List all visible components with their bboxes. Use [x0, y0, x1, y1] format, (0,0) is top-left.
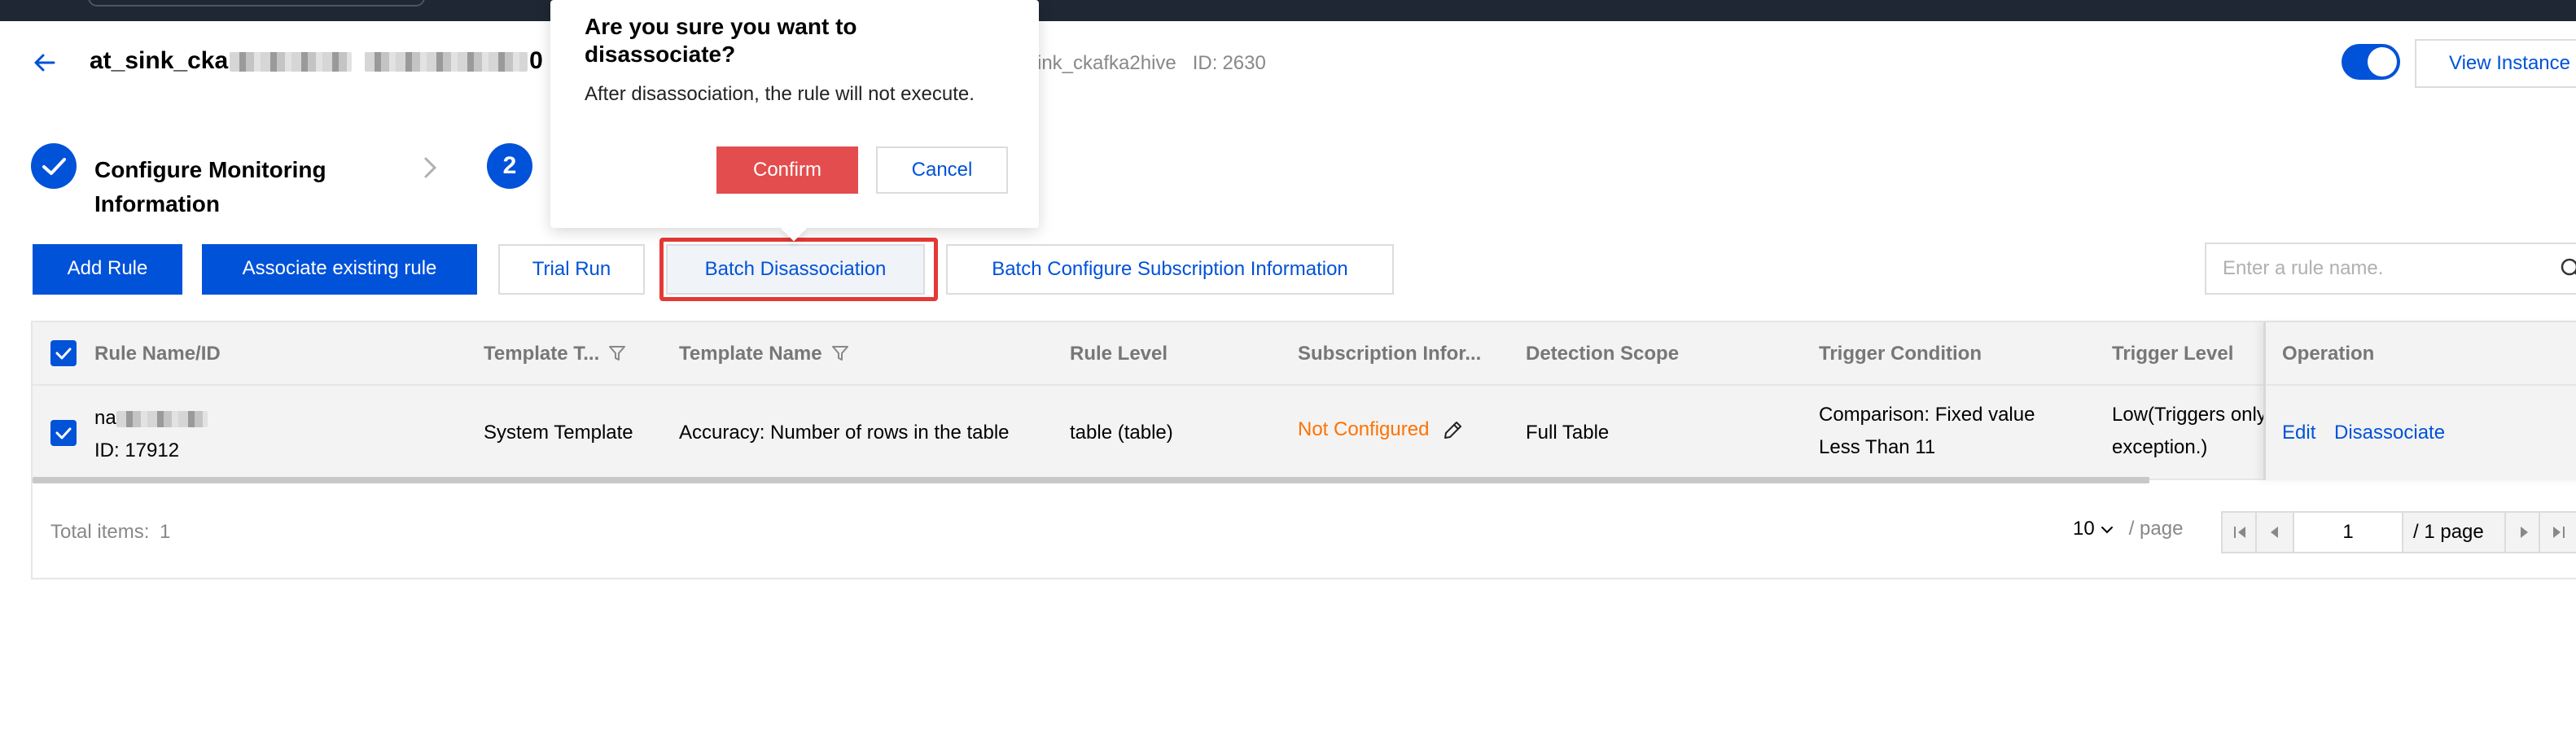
total-pages: / 1 page — [2402, 511, 2506, 553]
col-template-type-label: Template T... — [484, 343, 600, 365]
rule-name-cell: na — [94, 407, 208, 430]
total-items: Total items: 1 — [50, 521, 170, 544]
operation-cell: Edit Disassociate — [2266, 386, 2576, 480]
operation-column: Operation Edit Disassociate — [2263, 322, 2576, 480]
popconfirm-title: Are you sure you want to disassociate? — [585, 14, 857, 67]
page-title: at_sink_cka 0 — [90, 47, 543, 75]
subscription-cell: Not Configured — [1298, 418, 1464, 442]
subscription-status: Not Configured — [1298, 418, 1430, 440]
step1-label[interactable]: Configure Monitoring Information — [94, 153, 371, 221]
col-trigger-condition: Trigger Condition — [1819, 343, 1982, 365]
id-label: ID — [1192, 52, 1212, 74]
popconfirm-message: After disassociation, the rule will not … — [585, 83, 975, 105]
select-all-checkbox[interactable] — [50, 340, 77, 366]
chevron-right-icon — [415, 153, 445, 182]
operation-header-cell: Operation — [2266, 322, 2576, 386]
disassociate-popconfirm: Are you sure you want to disassociate? A… — [550, 0, 1039, 242]
enable-toggle[interactable] — [2342, 44, 2400, 80]
associate-existing-rule-button[interactable]: Associate existing rule — [202, 244, 477, 295]
col-operation: Operation — [2282, 343, 2375, 365]
per-page-label: / page — [2128, 518, 2184, 540]
rule-name: na — [94, 407, 116, 429]
col-subscription: Subscription Infor... — [1298, 343, 1482, 365]
toggle-knob — [2368, 47, 2397, 77]
col-template-name[interactable]: Template Name — [679, 322, 850, 386]
filter-icon[interactable] — [830, 343, 850, 363]
total-value: 1 — [160, 521, 171, 543]
rule-search-input[interactable] — [2206, 244, 2548, 293]
trigger-level-line2: exception.) — [2112, 436, 2208, 458]
page-number-input[interactable]: 1 — [2293, 511, 2403, 553]
trigger-condition-line1: Comparison: Fixed value — [1819, 404, 2035, 426]
redacted-block — [365, 52, 528, 72]
chevron-down-icon — [2101, 526, 2113, 534]
last-page-button[interactable] — [2539, 511, 2576, 553]
disassociate-link[interactable]: Disassociate — [2334, 422, 2445, 444]
subtitle: sink_ckafka2hive — [1027, 52, 1176, 74]
trigger-condition-line2: Less Than 11 — [1819, 436, 1936, 458]
step1-check-icon — [31, 143, 77, 189]
batch-configure-subscription-button[interactable]: Batch Configure Subscription Information — [946, 244, 1394, 295]
row-checkbox[interactable] — [50, 420, 77, 446]
top-search-pill[interactable] — [88, 0, 425, 7]
table-row[interactable]: na ID: 17912 System Template Accuracy: N… — [33, 386, 2576, 480]
page-size-value: 10 — [2073, 518, 2095, 540]
col-rule-name: Rule Name/ID — [94, 343, 221, 365]
rule-level-cell: table (table) — [1070, 422, 1173, 444]
total-label: Total items: — [50, 521, 150, 543]
table-header: Rule Name/ID Template T... Template Name… — [33, 322, 2576, 386]
add-rule-button[interactable]: Add Rule — [33, 244, 182, 295]
highlight-box — [659, 238, 938, 301]
step2-number[interactable]: 2 — [487, 143, 532, 189]
task-subinfo: sink_ckafka2hive ID: 2630 — [1027, 52, 1266, 75]
view-instance-button[interactable]: View Instance — [2415, 39, 2576, 88]
title-prefix: at_sink_cka — [90, 47, 229, 74]
caret-left-icon — [2271, 527, 2278, 538]
col-template-name-label: Template Name — [679, 343, 822, 365]
search-icon[interactable] — [2558, 256, 2576, 282]
template-type-cell: System Template — [484, 422, 633, 444]
last-page-icon — [2553, 527, 2565, 538]
first-page-button[interactable] — [2221, 511, 2260, 553]
confirm-button[interactable]: Confirm — [716, 146, 858, 194]
filter-icon[interactable] — [607, 343, 627, 363]
horizontal-scrollbar[interactable] — [33, 477, 2149, 483]
cancel-button[interactable]: Cancel — [876, 146, 1008, 194]
title-suffix: 0 — [529, 47, 543, 74]
edit-link[interactable]: Edit — [2282, 422, 2315, 444]
page-size-select[interactable]: 10 / page — [2073, 518, 2183, 540]
top-navigation-bar — [0, 0, 2576, 21]
back-arrow-icon[interactable] — [29, 47, 60, 78]
redacted-block — [116, 410, 208, 427]
col-template-type[interactable]: Template T... — [484, 322, 627, 386]
id-value: 2630 — [1222, 52, 1266, 74]
trial-run-button[interactable]: Trial Run — [498, 244, 645, 295]
trigger-level-line1: Low(Triggers only ar — [2112, 404, 2263, 426]
col-trigger-level: Trigger Level — [2112, 343, 2234, 365]
rule-id: ID: 17912 — [94, 439, 180, 461]
col-detection-scope: Detection Scope — [1526, 343, 1680, 365]
rule-search-box[interactable] — [2205, 243, 2576, 295]
caret-right-icon — [2521, 527, 2528, 538]
redacted-block — [230, 52, 353, 72]
id-separator: : — [1211, 52, 1218, 74]
detection-scope-cell: Full Table — [1526, 422, 1610, 444]
prev-page-button[interactable] — [2255, 511, 2294, 553]
rules-table: Rule Name/ID Template T... Template Name… — [31, 321, 2576, 579]
next-page-button[interactable] — [2504, 511, 2543, 553]
col-rule-level: Rule Level — [1070, 343, 1168, 365]
first-page-icon — [2234, 527, 2245, 538]
edit-pencil-icon[interactable] — [1441, 419, 1464, 442]
template-name-cell: Accuracy: Number of rows in the table — [679, 422, 1010, 444]
